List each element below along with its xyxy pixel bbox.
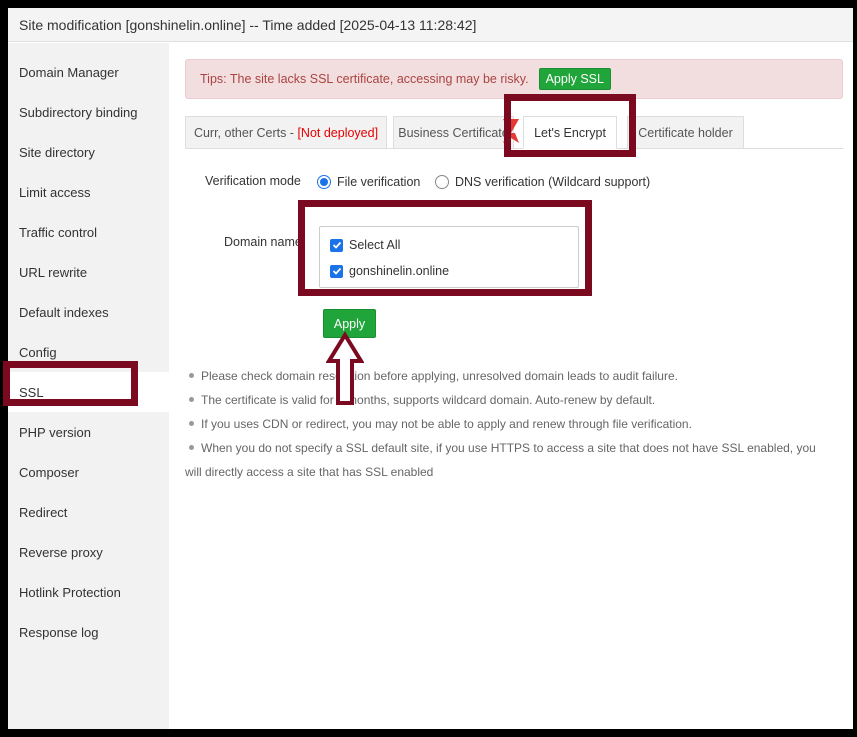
sidebar-item-hotlink-protection[interactable]: Hotlink Protection — [8, 572, 169, 612]
tab-business-certificate[interactable]: Business Certificate — [393, 116, 514, 149]
sidebar-item-url-rewrite[interactable]: URL rewrite — [8, 252, 169, 292]
sidebar-item-subdirectory-binding[interactable]: Subdirectory binding — [8, 92, 169, 132]
radio-file-label: File verification — [337, 175, 421, 189]
sidebar-item-default-indexes[interactable]: Default indexes — [8, 292, 169, 332]
note-item: If you uses CDN or redirect, you may not… — [185, 412, 835, 436]
tab-current-certs[interactable]: Curr, other Certs - [Not deployed] — [185, 116, 387, 149]
sidebar-item-site-directory[interactable]: Site directory — [8, 132, 169, 172]
domain-list: Select All gonshinelin.online — [319, 226, 579, 288]
tab-lets-encrypt[interactable]: Let's Encrypt — [523, 116, 617, 149]
sidebar-item-composer[interactable]: Composer — [8, 452, 169, 492]
tab-current-certs-label: Curr, other Certs - — [193, 125, 298, 140]
checkbox-checked-icon — [330, 264, 343, 278]
note-item: Please check domain resolution before ap… — [185, 364, 835, 388]
sidebar-item-response-log[interactable]: Response log — [8, 612, 169, 652]
radio-selected-icon — [317, 175, 331, 189]
main-panel: Tips: The site lacks SSL certificate, ac… — [169, 43, 853, 729]
bullet-icon — [189, 445, 194, 451]
sidebar-item-config[interactable]: Config — [8, 332, 169, 372]
not-deployed-status: [Not deployed] — [297, 125, 379, 140]
select-all-checkbox[interactable]: Select All — [330, 238, 400, 252]
bullet-icon — [189, 421, 194, 427]
domain-name-label: Domain name — [224, 235, 302, 249]
site-modification-window: Site modification [gonshinelin.online] -… — [8, 8, 853, 729]
sidebar-item-php-version[interactable]: PHP version — [8, 412, 169, 452]
tab-business-certificate-label: Business Certificate — [398, 125, 509, 140]
note-item: When you do not specify a SSL default si… — [185, 441, 816, 479]
sidebar-item-limit-access[interactable]: Limit access — [8, 172, 169, 212]
sidebar-item-traffic-control[interactable]: Traffic control — [8, 212, 169, 252]
apply-button[interactable]: Apply — [323, 309, 376, 338]
sidebar-item-reverse-proxy[interactable]: Reverse proxy — [8, 532, 169, 572]
select-all-label: Select All — [349, 238, 401, 252]
note-item: The certificate is valid for 3 months, s… — [185, 388, 835, 412]
radio-dns-verification[interactable]: DNS verification (Wildcard support) — [435, 175, 650, 189]
sidebar: Domain Manager Subdirectory binding Site… — [8, 43, 169, 729]
sidebar-item-ssl[interactable]: SSL — [8, 372, 169, 412]
domain-label: gonshinelin.online — [349, 264, 450, 278]
bullet-icon — [189, 373, 194, 379]
tip-text: Tips: The site lacks SSL certificate, ac… — [200, 72, 529, 86]
radio-dns-label: DNS verification (Wildcard support) — [455, 175, 651, 189]
verification-mode-label: Verification mode — [205, 174, 301, 188]
tab-certificate-holder[interactable]: Certificate holder — [627, 116, 744, 149]
window-title: Site modification [gonshinelin.online] -… — [8, 8, 853, 42]
bullet-icon — [189, 397, 194, 403]
apply-ssl-button[interactable]: Apply SSL — [538, 68, 611, 90]
radio-unselected-icon — [435, 175, 449, 189]
domain-checkbox[interactable]: gonshinelin.online — [330, 264, 449, 278]
sidebar-item-domain-manager[interactable]: Domain Manager — [8, 52, 169, 92]
checkbox-checked-icon — [330, 238, 343, 252]
ssl-warning-tip: Tips: The site lacks SSL certificate, ac… — [185, 59, 843, 99]
sidebar-item-redirect[interactable]: Redirect — [8, 492, 169, 532]
radio-file-verification[interactable]: File verification — [317, 175, 420, 189]
